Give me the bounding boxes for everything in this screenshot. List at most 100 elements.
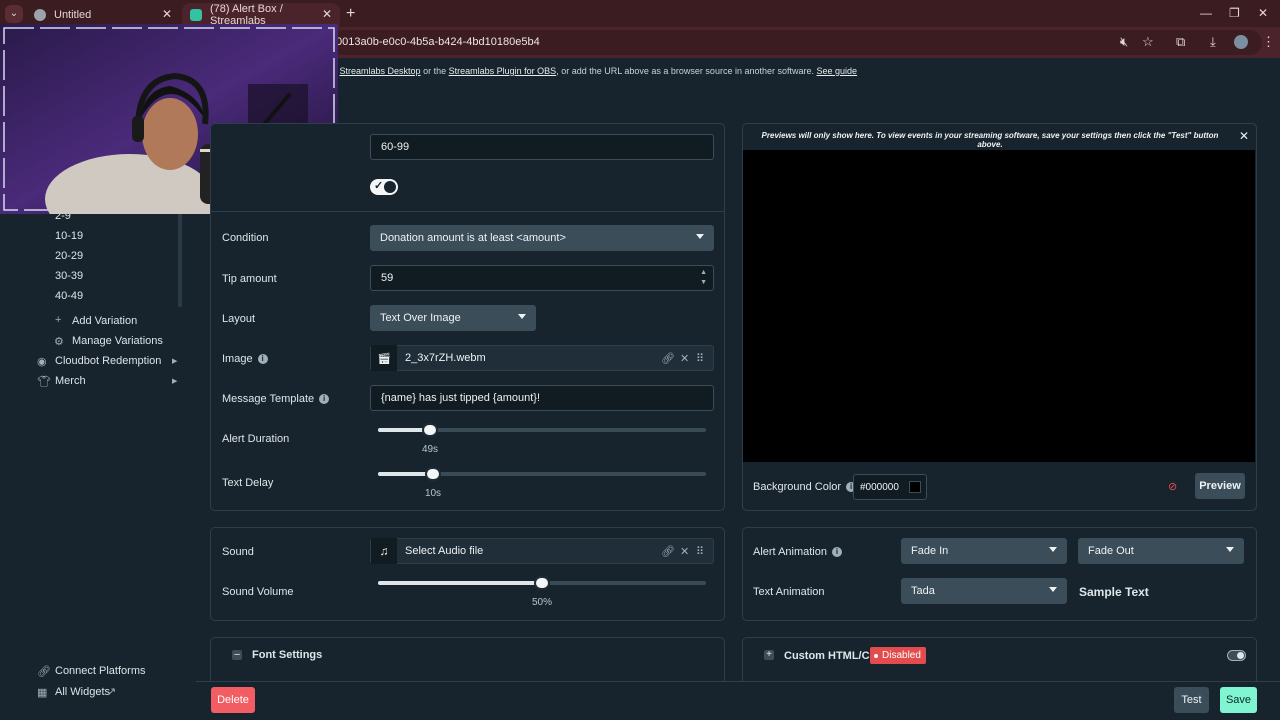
text-delay-slider[interactable] xyxy=(378,467,706,481)
new-tab-icon[interactable]: + xyxy=(346,5,355,23)
obs-plugin-link[interactable]: Streamlabs Plugin for OBS xyxy=(449,66,557,76)
menu-kebab-icon[interactable]: ⋮ xyxy=(1262,34,1275,50)
download-icon[interactable]: ⤓ xyxy=(1210,34,1216,50)
tab-search-chevron-icon[interactable]: ⌄ xyxy=(5,5,23,23)
clear-icon[interactable]: ✕ xyxy=(680,545,689,558)
close-icon[interactable]: ✕ xyxy=(1239,129,1249,143)
variation-item[interactable]: 30-39 xyxy=(55,270,83,282)
text-animation-value: Tada xyxy=(911,585,935,597)
sidebar-item-cloudbot[interactable]: Cloudbot Redemption xyxy=(55,355,161,367)
streamlabs-desktop-link[interactable]: Streamlabs Desktop xyxy=(340,66,421,76)
alert-out-value: Fade Out xyxy=(1088,545,1134,557)
tip-amount-input[interactable]: 59 ▲ ▼ xyxy=(370,265,714,291)
status-badge: Disabled xyxy=(870,647,926,664)
message-template-input[interactable]: {name} has just tipped {amount}! xyxy=(370,385,714,411)
info-icon[interactable]: i xyxy=(319,394,330,405)
sample-text: Sample Text xyxy=(1079,585,1149,599)
variation-name-input[interactable]: 60-99 xyxy=(370,134,714,160)
shirt-icon: 👕︎ xyxy=(37,376,51,388)
all-widgets-link[interactable]: All Widgets xyxy=(55,686,110,698)
restore-icon[interactable]: ❐ xyxy=(1229,6,1240,20)
image-label-text: Image xyxy=(222,353,253,365)
condition-label: Condition xyxy=(222,232,269,244)
tip-amount-label: Tip amount xyxy=(222,273,277,285)
alert-duration-value: 49s xyxy=(421,444,439,455)
plus-icon: + xyxy=(55,314,62,326)
hide-preview-icon[interactable]: ⊘ xyxy=(1168,480,1177,493)
condition-select[interactable]: Donation amount is at least <amount> xyxy=(370,225,714,251)
status-dot-icon xyxy=(874,653,878,658)
sound-label: Sound xyxy=(222,546,254,558)
link-icon[interactable]: 🔗︎ xyxy=(661,352,675,365)
grid-icon[interactable]: ⠿ xyxy=(696,545,704,558)
add-variation-button[interactable]: Add Variation xyxy=(72,315,137,327)
test-button[interactable]: Test xyxy=(1174,687,1209,713)
notice-text: , or add the URL above as a browser sour… xyxy=(556,66,814,76)
sidebar-scrollbar[interactable] xyxy=(178,205,182,307)
background-color-input[interactable]: #000000 xyxy=(853,474,927,500)
grid-icon[interactable]: ⠿ xyxy=(696,352,704,365)
delete-button[interactable]: Delete xyxy=(211,687,255,713)
color-swatch[interactable] xyxy=(909,481,921,493)
gear-icon: ⚙ xyxy=(54,336,64,348)
status-badge-text: Disabled xyxy=(882,650,921,661)
action-bar xyxy=(196,681,1280,720)
variation-item[interactable]: 40-49 xyxy=(55,290,83,302)
clear-icon[interactable]: ✕ xyxy=(680,352,689,365)
close-tab-icon[interactable]: ✕ xyxy=(322,7,332,21)
layout-select[interactable]: Text Over Image xyxy=(370,305,536,331)
stepper-arrows-icon[interactable]: ▲ ▼ xyxy=(700,268,707,288)
text-animation-select[interactable]: Tada xyxy=(901,578,1067,604)
slider-knob[interactable] xyxy=(534,576,550,590)
alert-out-animation-select[interactable]: Fade Out xyxy=(1078,538,1244,564)
sidebar-item-merch[interactable]: Merch xyxy=(55,375,86,387)
see-guide-link[interactable]: See guide xyxy=(817,66,858,76)
link-icon[interactable]: 🔗︎ xyxy=(661,545,675,558)
close-tab-icon[interactable]: ✕ xyxy=(162,7,172,21)
save-button[interactable]: Save xyxy=(1220,687,1257,713)
sound-volume-value: 50% xyxy=(531,597,553,608)
minimize-icon[interactable]: — xyxy=(1200,6,1212,20)
video-file-icon: 🎬︎ xyxy=(371,345,397,371)
mute-site-icon[interactable]: 🔇︎ xyxy=(1120,34,1128,50)
variation-enabled-toggle[interactable]: ✓ xyxy=(370,179,398,195)
preview-canvas xyxy=(743,150,1255,462)
preview-button[interactable]: Preview xyxy=(1195,473,1245,499)
custom-html-toggle[interactable] xyxy=(1227,650,1246,661)
music-note-icon: ♫ xyxy=(371,538,397,564)
variation-item[interactable]: 20-29 xyxy=(55,250,83,262)
info-icon[interactable]: i xyxy=(831,547,842,558)
alert-duration-slider[interactable] xyxy=(378,423,706,437)
expand-icon[interactable]: + xyxy=(764,650,774,660)
extensions-icon[interactable]: ⧉ xyxy=(1176,34,1185,50)
connect-platforms-link[interactable]: Connect Platforms xyxy=(55,665,145,677)
toggle-knob xyxy=(384,181,396,193)
image-label: Image i xyxy=(222,353,268,365)
variation-item[interactable]: 10-19 xyxy=(55,230,83,242)
caret-down-icon xyxy=(696,234,704,239)
background-color-label-text: Background Color xyxy=(753,481,842,493)
alert-animation-label: Alert Animation i xyxy=(753,546,842,558)
alert-in-value: Fade In xyxy=(911,545,949,557)
caret-down-icon xyxy=(518,314,526,319)
background-color-value: #000000 xyxy=(860,481,899,493)
sound-volume-slider[interactable] xyxy=(378,576,706,590)
caret-down-icon xyxy=(1049,587,1057,592)
close-window-icon[interactable]: ✕ xyxy=(1258,6,1268,20)
manage-variations-button[interactable]: Manage Variations xyxy=(72,335,163,347)
alert-in-animation-select[interactable]: Fade In xyxy=(901,538,1067,564)
slider-knob[interactable] xyxy=(424,467,441,481)
bookmark-star-icon[interactable]: ☆ xyxy=(1142,34,1154,50)
setup-notice: in Streamlabs Desktop or the Streamlabs … xyxy=(330,66,857,76)
external-link-icon: ↗ xyxy=(107,686,117,698)
info-icon[interactable]: i xyxy=(257,354,268,365)
notice-text: or the xyxy=(423,66,447,76)
slider-knob[interactable] xyxy=(421,423,438,437)
grid-icon: ▦ xyxy=(37,687,48,699)
collapse-icon[interactable]: – xyxy=(232,650,242,660)
profile-avatar[interactable] xyxy=(1234,35,1248,49)
globe-icon xyxy=(34,9,46,21)
preview-notice: Previews will only show here. To view ev… xyxy=(761,131,1219,149)
sound-volume-label: Sound Volume xyxy=(222,586,294,598)
font-settings-title[interactable]: Font Settings xyxy=(252,649,322,661)
